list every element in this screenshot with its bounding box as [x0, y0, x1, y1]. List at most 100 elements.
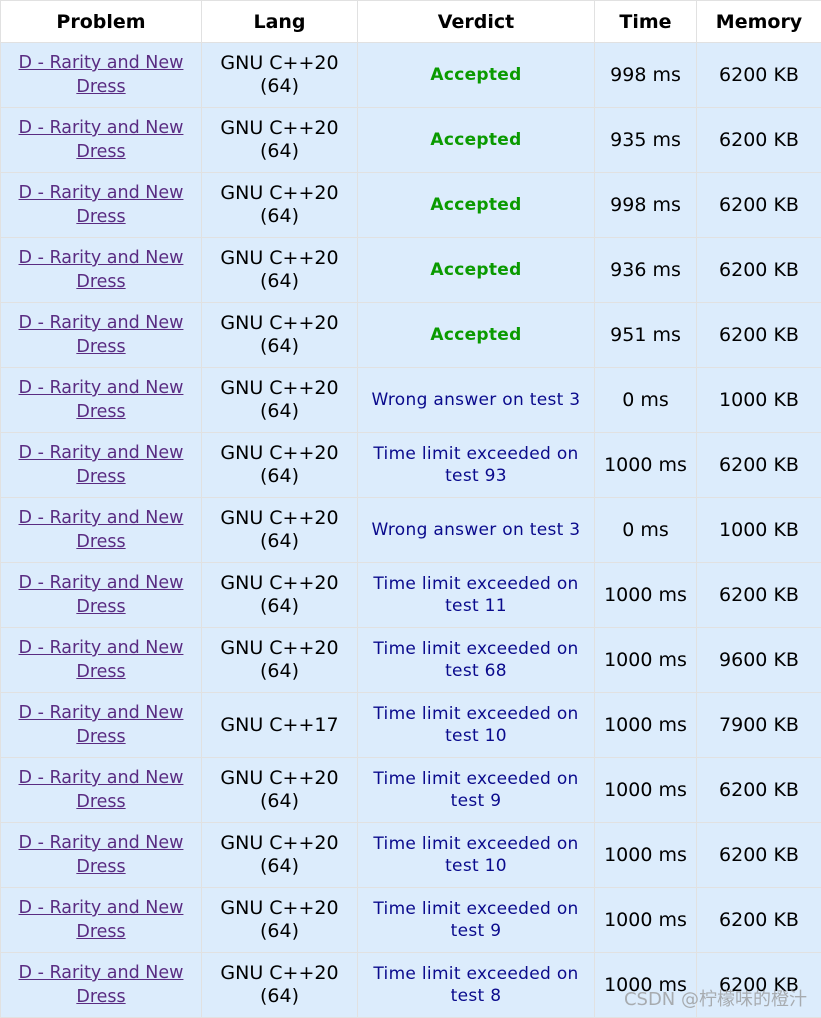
- table-row: D - Rarity and New DressGNU C++20 (64)Ac…: [1, 43, 821, 108]
- verdict-status: Time limit exceeded on test 68: [373, 639, 578, 681]
- memory-cell: 9600 KB: [697, 628, 821, 693]
- header-time: Time: [595, 1, 697, 43]
- verdict-cell: Time limit exceeded on test 10: [358, 693, 595, 758]
- memory-cell: 6200 KB: [697, 888, 821, 953]
- verdict-status: Time limit exceeded on test 11: [373, 574, 578, 616]
- memory-cell: 6200 KB: [697, 563, 821, 628]
- table-row: D - Rarity and New Dress GNU C++20 (64) Ti…: [1, 888, 821, 953]
- lang-cell: GNU C++20 (64): [202, 433, 358, 498]
- verdict-status: Accepted: [430, 325, 521, 345]
- header-lang: Lang: [202, 1, 358, 43]
- lang-cell: GNU C++20 (64): [202, 238, 358, 303]
- table-row: D - Rarity and New DressGNU C++20 (64)Wr…: [1, 368, 821, 433]
- time-cell: 1000 ms: [595, 888, 697, 953]
- table-row: D - Rarity and New Dress GNU C++20 (64) Ac…: [1, 238, 821, 303]
- verdict-status: Time limit exceeded on test 10: [373, 704, 578, 746]
- problem-link[interactable]: D - Rarity and New Dress: [19, 53, 184, 97]
- problem-link[interactable]: D - Rarity and New Dress: [19, 248, 184, 292]
- problem-link[interactable]: D - Rarity and New Dress: [19, 573, 184, 617]
- verdict-status: Accepted: [430, 130, 521, 150]
- memory-cell: 1000 KB: [697, 368, 821, 433]
- problem-cell: D - Rarity and New Dress: [1, 693, 202, 758]
- memory-cell: 6200 KB: [697, 758, 821, 823]
- problem-cell: D - Rarity and New Dress: [1, 108, 202, 173]
- table-row: D - Rarity and New Dress GNU C++20 (64) Ti…: [1, 628, 821, 693]
- problem-cell: D - Rarity and New Dress: [1, 238, 202, 303]
- verdict-cell: Accepted: [358, 303, 595, 368]
- verdict-cell: Wrong answer on test 3: [358, 498, 595, 563]
- problem-link[interactable]: D - Rarity and New Dress: [19, 508, 184, 552]
- problem-cell: D - Rarity and New Dress: [1, 498, 202, 563]
- header-verdict: Verdict: [358, 1, 595, 43]
- memory-cell: 6200 KB: [697, 173, 821, 238]
- table-row: D - Rarity and New DressGNU C++20 (64)Ti…: [1, 758, 821, 823]
- verdict-cell: Time limit exceeded on test 93: [358, 433, 595, 498]
- verdict-cell: Accepted: [358, 173, 595, 238]
- table-row: D - Rarity and New Dress GNU C++20 (64) Ac…: [1, 303, 821, 368]
- problem-link[interactable]: D - Rarity and New Dress: [19, 443, 184, 487]
- verdict-status: Time limit exceeded on test 8: [373, 964, 578, 1006]
- problem-cell: D - Rarity and New Dress: [1, 173, 202, 238]
- time-cell: 1000 ms: [595, 758, 697, 823]
- table-row: D - Rarity and New Dress GNU C++20 (64) Ac…: [1, 108, 821, 173]
- verdict-status: Accepted: [430, 260, 521, 280]
- verdict-status: Time limit exceeded on test 9: [373, 769, 578, 811]
- problem-link[interactable]: D - Rarity and New Dress: [19, 378, 184, 422]
- lang-cell: GNU C++20 (64): [202, 823, 358, 888]
- time-cell: 1000 ms: [595, 693, 697, 758]
- verdict-status: Wrong answer on test 3: [372, 390, 581, 410]
- table-row: D - Rarity and New Dress GNU C++20 (64) Ti…: [1, 563, 821, 628]
- memory-cell: 6200 KB: [697, 43, 821, 108]
- problem-cell: D - Rarity and New Dress: [1, 888, 202, 953]
- table-row: D - Rarity and New Dress GNU C++20 (64) Ti…: [1, 433, 821, 498]
- time-cell: 1000 ms: [595, 823, 697, 888]
- verdict-cell: Time limit exceeded on test 11: [358, 563, 595, 628]
- verdict-status: Time limit exceeded on test 9: [373, 899, 578, 941]
- problem-link[interactable]: D - Rarity and New Dress: [19, 118, 184, 162]
- memory-cell: 6200 KB: [697, 303, 821, 368]
- lang-cell: GNU C++20 (64): [202, 108, 358, 173]
- lang-cell: GNU C++17: [202, 693, 358, 758]
- problem-cell: D - Rarity and New Dress: [1, 303, 202, 368]
- time-cell: 998 ms: [595, 173, 697, 238]
- time-cell: 0 ms: [595, 368, 697, 433]
- problem-link[interactable]: D - Rarity and New Dress: [19, 313, 184, 357]
- verdict-status: Accepted: [430, 195, 521, 215]
- problem-cell: D - Rarity and New Dress: [1, 628, 202, 693]
- watermark: CSDN @柠檬味的橙汁: [624, 985, 807, 1011]
- verdict-status: Time limit exceeded on test 93: [373, 444, 578, 486]
- problem-cell: D - Rarity and New Dress: [1, 433, 202, 498]
- problem-link[interactable]: D - Rarity and New Dress: [19, 833, 184, 877]
- lang-cell: GNU C++20 (64): [202, 628, 358, 693]
- problem-link[interactable]: D - Rarity and New Dress: [19, 963, 184, 1007]
- verdict-cell: Wrong answer on test 3: [358, 368, 595, 433]
- problem-cell: D - Rarity and New Dress: [1, 823, 202, 888]
- header-problem: Problem: [1, 1, 202, 43]
- problem-cell: D - Rarity and New Dress: [1, 563, 202, 628]
- lang-cell: GNU C++20 (64): [202, 888, 358, 953]
- memory-cell: 6200 KB: [697, 238, 821, 303]
- header-row: Problem Lang Verdict Time Memory: [1, 1, 821, 43]
- verdict-cell: Accepted: [358, 238, 595, 303]
- problem-link[interactable]: D - Rarity and New Dress: [19, 638, 184, 682]
- lang-cell: GNU C++20 (64): [202, 563, 358, 628]
- table-row: D - Rarity and New Dress GNU C++20 (64) Ac…: [1, 173, 821, 238]
- memory-cell: 6200 KB: [697, 108, 821, 173]
- problem-cell: D - Rarity and New Dress: [1, 758, 202, 823]
- table-row: D - Rarity and New Dress GNU C++20 (64) Wr…: [1, 498, 821, 563]
- problem-link[interactable]: D - Rarity and New Dress: [19, 183, 184, 227]
- problem-link[interactable]: D - Rarity and New Dress: [19, 898, 184, 942]
- problem-link[interactable]: D - Rarity and New Dress: [19, 703, 184, 747]
- verdict-status: Time limit exceeded on test 10: [373, 834, 578, 876]
- problem-link[interactable]: D - Rarity and New Dress: [19, 768, 184, 812]
- problem-cell: D - Rarity and New Dress: [1, 43, 202, 108]
- time-cell: 935 ms: [595, 108, 697, 173]
- verdict-status: Wrong answer on test 3: [372, 520, 581, 540]
- time-cell: 1000 ms: [595, 628, 697, 693]
- table-row: D - Rarity and New Dress GNU C++17 Time li…: [1, 693, 821, 758]
- time-cell: 1000 ms: [595, 563, 697, 628]
- lang-cell: GNU C++20 (64): [202, 303, 358, 368]
- verdict-cell: Accepted: [358, 43, 595, 108]
- lang-cell: GNU C++20 (64): [202, 173, 358, 238]
- lang-cell: GNU C++20 (64): [202, 498, 358, 563]
